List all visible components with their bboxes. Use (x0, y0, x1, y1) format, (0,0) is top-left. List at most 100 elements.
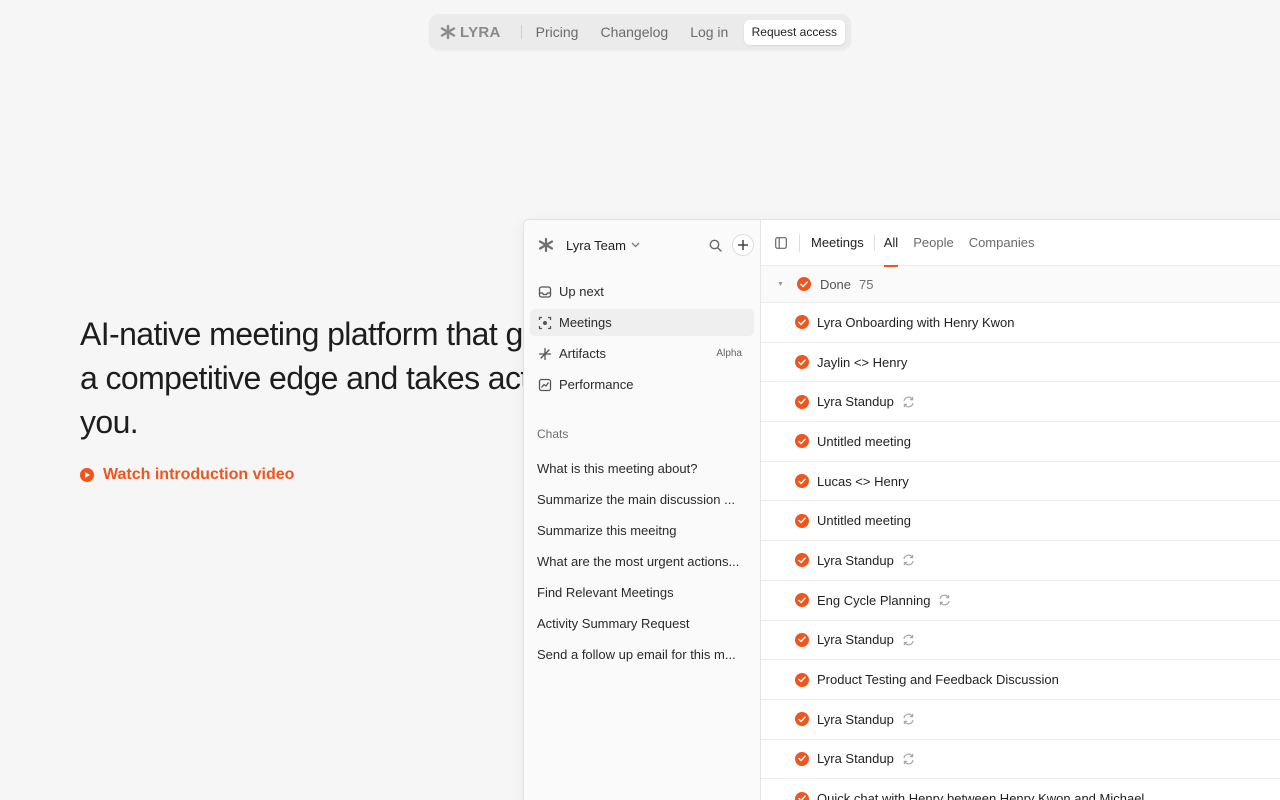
check-circle-icon (795, 474, 809, 489)
asterisk-icon (440, 25, 456, 39)
recurring-icon (902, 554, 915, 566)
check-circle-icon (795, 593, 809, 608)
meeting-row[interactable]: Eng Cycle Planning (761, 581, 1280, 621)
tab-all[interactable]: All (883, 220, 899, 267)
tab-people[interactable]: People (913, 220, 953, 266)
meetings-icon (538, 316, 552, 330)
group-label: Done (819, 276, 852, 292)
divider (799, 233, 800, 252)
group-header-done[interactable]: ▼ Done 75 (761, 266, 1280, 303)
chevron-down-icon (631, 240, 640, 251)
chat-item[interactable]: Activity Summary Request (530, 608, 754, 639)
watch-video-label: Watch introduction video (103, 466, 295, 483)
sidebar-actions (704, 234, 754, 256)
asterisk-icon (538, 238, 554, 252)
play-icon (80, 468, 94, 482)
watch-video-link[interactable]: Watch introduction video (80, 466, 294, 484)
recurring-icon (902, 713, 915, 725)
chats-heading: Chats (537, 427, 569, 441)
check-circle-icon (795, 434, 809, 449)
meeting-title: Untitled meeting (817, 513, 911, 529)
chat-item[interactable]: Find Relevant Meetings (530, 577, 754, 608)
brand-logo[interactable]: LYRA (440, 24, 501, 41)
meeting-title: Quick chat with Henry between Henry Kwon… (817, 791, 1145, 800)
meeting-title: Lyra Standup (817, 751, 894, 767)
caret-down-icon: ▼ (777, 280, 784, 288)
meeting-title: Lyra Standup (817, 552, 894, 568)
chat-item[interactable]: Summarize this meeitng (530, 515, 754, 546)
tab-companies[interactable]: Companies (969, 220, 1035, 266)
nav-divider (520, 25, 522, 39)
meeting-row[interactable]: Untitled meeting (761, 501, 1280, 542)
recurring-icon (902, 396, 915, 408)
check-circle-icon (795, 632, 809, 647)
meeting-row[interactable]: Lyra Standup (761, 382, 1280, 423)
recurring-icon (938, 594, 951, 606)
sidebar-nav: Up next Meetings Artifacts Alpha Perform… (530, 278, 754, 398)
artifacts-icon (538, 347, 552, 361)
sidebar-item-performance[interactable]: Performance (530, 371, 754, 398)
group-count: 75 (859, 276, 874, 292)
request-access-button[interactable]: Request access (743, 19, 845, 45)
meeting-row[interactable]: Lyra Standup (761, 541, 1280, 581)
nav-link-changelog[interactable]: Changelog (600, 24, 668, 40)
meeting-title: Eng Cycle Planning (817, 592, 931, 608)
tabs-bar: Meetings All People Companies (761, 220, 1280, 267)
nav-link-login[interactable]: Log in (690, 24, 728, 40)
meeting-title: Lyra Standup (817, 632, 894, 648)
check-circle-icon (795, 672, 809, 687)
meeting-title: Lyra Standup (817, 711, 894, 727)
nav-link-pricing[interactable]: Pricing (536, 24, 579, 40)
chat-item[interactable]: Summarize the main discussion ... (530, 484, 754, 515)
meeting-row[interactable]: Lyra Standup (761, 700, 1280, 740)
divider (873, 234, 875, 251)
chat-item[interactable]: Send a follow up email for this m... (530, 639, 754, 670)
check-circle-icon (795, 394, 809, 409)
meeting-row[interactable]: Lyra Standup (761, 621, 1280, 661)
new-button[interactable] (732, 234, 754, 256)
meeting-row[interactable]: Lyra Onboarding with Henry Kwon (761, 303, 1280, 343)
check-circle-icon (795, 513, 809, 528)
meeting-title: Lucas <> Henry (817, 473, 909, 489)
plus-icon (737, 236, 749, 254)
workspace-name: Lyra Team (566, 237, 626, 253)
performance-icon (538, 378, 552, 392)
sidebar-item-label: Artifacts (559, 346, 606, 361)
sidebar-item-artifacts[interactable]: Artifacts Alpha (530, 340, 754, 367)
chat-item[interactable]: What is this meeting about? (530, 453, 754, 484)
page: LYRA Pricing Changelog Log in Request ac… (0, 0, 1280, 800)
sidebar: Lyra Team Up next Meetings Artifacts Alp… (524, 220, 761, 800)
meeting-row[interactable]: Quick chat with Henry between Henry Kwon… (761, 779, 1280, 800)
sidebar-item-up-next[interactable]: Up next (530, 278, 754, 305)
check-circle-icon (795, 791, 809, 800)
search-icon[interactable] (704, 234, 726, 256)
top-nav: LYRA Pricing Changelog Log in Request ac… (429, 14, 851, 50)
meeting-row[interactable]: Untitled meeting (761, 422, 1280, 462)
meeting-list: Lyra Onboarding with Henry Kwon Jaylin <… (761, 303, 1280, 800)
meeting-row[interactable]: Product Testing and Feedback Discussion (761, 660, 1280, 700)
inbox-icon (538, 285, 552, 299)
check-circle-icon (795, 553, 809, 568)
section-title: Meetings (811, 235, 864, 250)
meeting-title: Untitled meeting (817, 433, 911, 449)
chat-item[interactable]: What are the most urgent actions... (530, 546, 754, 577)
meeting-title: Product Testing and Feedback Discussion (817, 672, 1059, 688)
sidebar-toggle-icon[interactable] (775, 236, 787, 249)
recurring-icon (902, 634, 915, 646)
workspace-switcher[interactable]: Lyra Team (530, 232, 754, 258)
brand-name: LYRA (460, 23, 501, 41)
sidebar-item-label: Performance (559, 377, 634, 392)
sidebar-item-label: Meetings (559, 315, 612, 330)
check-circle-icon (795, 712, 809, 727)
meeting-row[interactable]: Jaylin <> Henry (761, 343, 1280, 383)
meeting-title: Lyra Onboarding with Henry Kwon (817, 314, 1015, 330)
sidebar-item-label: Up next (559, 284, 604, 299)
check-circle-icon (795, 315, 809, 330)
meeting-row[interactable]: Lucas <> Henry (761, 462, 1280, 502)
app-window: Lyra Team Up next Meetings Artifacts Alp… (523, 219, 1280, 800)
meeting-row[interactable]: Lyra Standup (761, 740, 1280, 780)
sidebar-item-meetings[interactable]: Meetings (530, 309, 754, 336)
meetings-panel: Meetings All People Companies ▼ Done 75 … (761, 220, 1280, 800)
check-circle-icon (796, 277, 811, 291)
alpha-badge: Alpha (716, 348, 742, 359)
